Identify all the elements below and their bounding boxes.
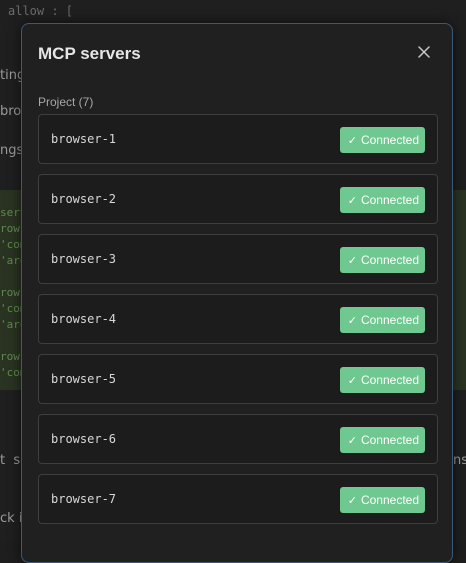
check-icon: ✓ [347,194,357,207]
server-item[interactable]: browser-7 ✓ Connected [38,474,438,524]
status-text: Connected [360,373,419,387]
section-label-project: Project (7) [38,95,94,109]
status-badge: ✓ Connected [339,427,425,453]
check-icon: ✓ [347,254,357,267]
check-icon: ✓ [347,434,357,447]
status-text: Connected [360,193,419,207]
status-badge: ✓ Connected [339,367,425,393]
server-name: browser-4 [51,312,117,326]
check-icon: ✓ [347,374,357,387]
check-icon: ✓ [347,134,357,147]
server-name: browser-6 [51,432,117,446]
check-icon: ✓ [347,494,357,507]
background-fragment: bro [0,104,22,119]
server-name: browser-5 [51,372,117,386]
status-text: Connected [360,433,419,447]
status-text: Connected [360,313,419,327]
server-item[interactable]: browser-6 ✓ Connected [38,414,438,464]
status-badge: ✓ Connected [339,307,425,333]
status-badge: ✓ Connected [339,187,425,213]
server-item[interactable]: browser-4 ✓ Connected [38,294,438,344]
close-button[interactable] [416,44,432,60]
background-code-line: allow : [ [8,4,74,18]
background-fragment: ns [453,453,466,468]
background-fragment: ngs [0,143,24,158]
server-item[interactable]: browser-1 ✓ Connected [38,114,438,164]
status-badge: ✓ Connected [339,247,425,273]
server-name: browser-1 [51,132,117,146]
dialog-title: MCP servers [38,44,141,63]
status-badge: ✓ Connected [339,487,425,513]
close-icon [418,46,430,58]
status-text: Connected [360,493,419,507]
server-item[interactable]: browser-2 ✓ Connected [38,174,438,224]
status-text: Connected [360,133,419,147]
server-item[interactable]: browser-3 ✓ Connected [38,234,438,284]
server-list: browser-1 ✓ Connected browser-2 ✓ Connecte… [38,114,438,534]
mcp-servers-dialog: MCP servers Project (7) browser-1 ✓ Conne… [21,23,453,563]
check-icon: ✓ [347,314,357,327]
status-badge: ✓ Connected [339,127,425,153]
server-name: browser-3 [51,252,117,266]
background-fragment: ck i [0,511,23,526]
status-text: Connected [360,253,419,267]
server-name: browser-7 [51,492,117,506]
server-name: browser-2 [51,192,117,206]
server-item[interactable]: browser-5 ✓ Connected [38,354,438,404]
